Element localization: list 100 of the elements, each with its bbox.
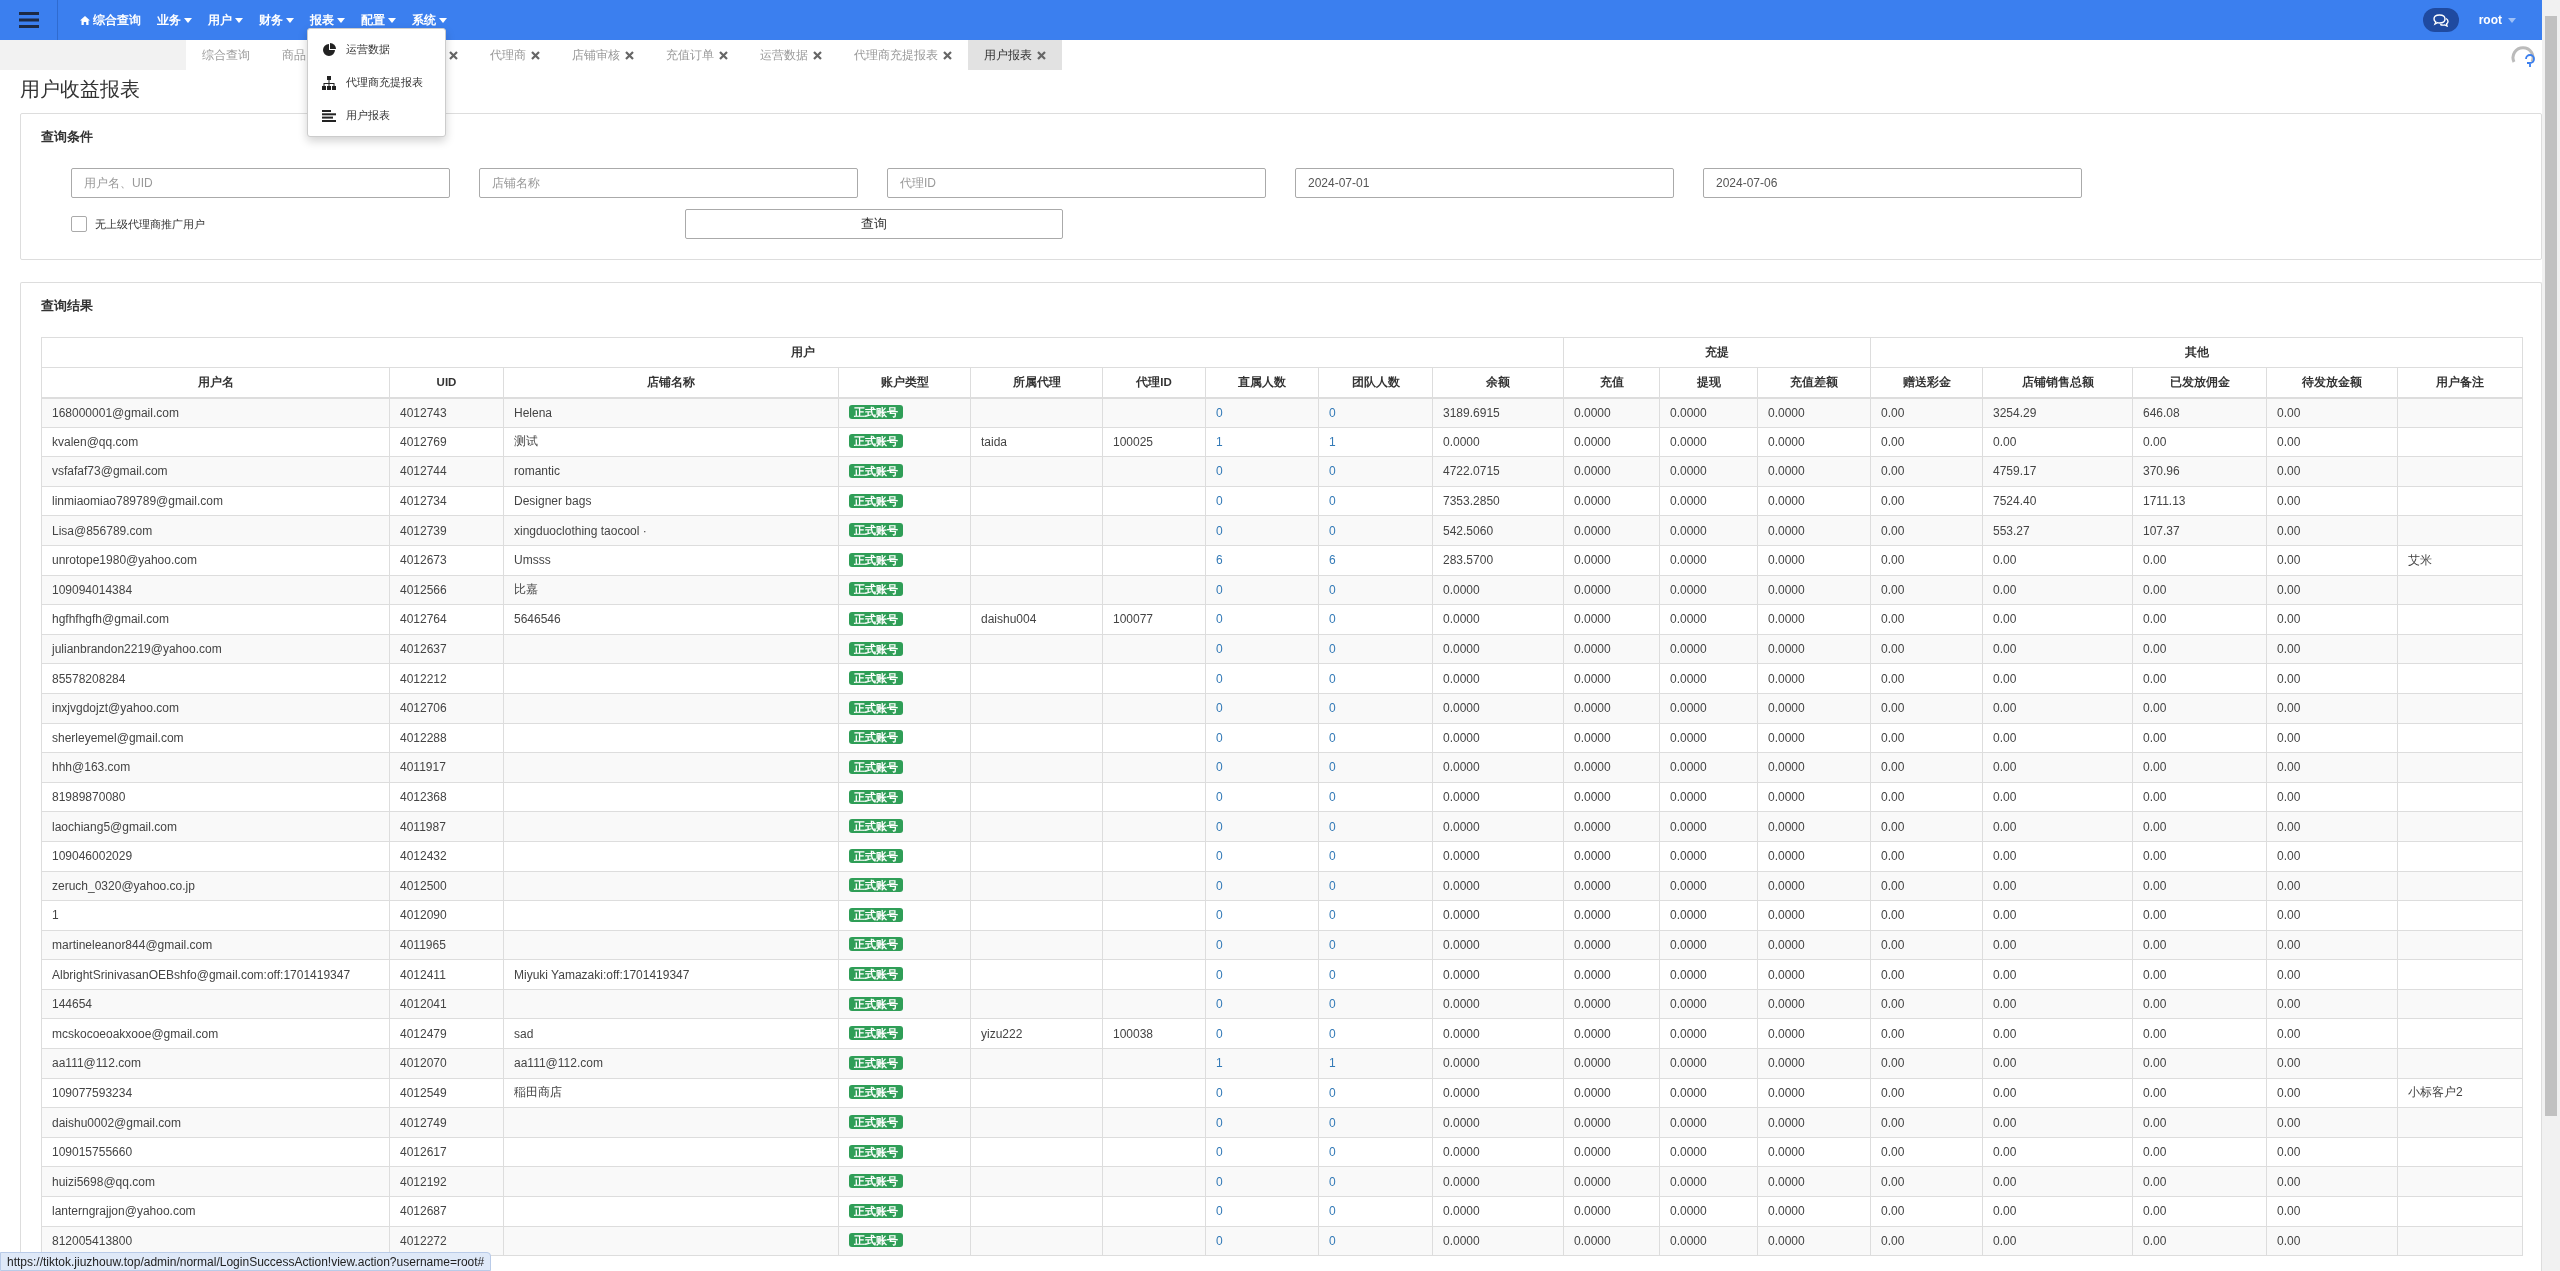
count-link[interactable]: 1 [1216,1056,1223,1071]
count-link[interactable]: 0 [1216,523,1223,538]
table-cell: 0.00 [2266,545,2398,576]
input-field[interactable]: 代理ID [887,168,1266,198]
scrollbar[interactable] [2542,0,2560,1271]
table-cell: 0.0000 [1659,663,1758,694]
count-link[interactable]: 0 [1329,1174,1336,1189]
count-link[interactable]: 0 [1329,701,1336,716]
count-link[interactable]: 0 [1216,997,1223,1012]
chat-button[interactable] [2422,8,2459,32]
nav-menu-item[interactable]: 财务 [251,0,302,40]
count-link[interactable]: 0 [1329,1026,1336,1041]
table-cell: 0.0000 [1757,1196,1871,1227]
close-icon[interactable] [1037,50,1046,60]
close-icon[interactable] [449,50,458,60]
page-tab[interactable]: 用户报表 [968,40,1062,70]
close-icon[interactable] [719,50,728,60]
count-link[interactable]: 0 [1216,1145,1223,1160]
count-link[interactable]: 0 [1329,494,1336,509]
count-link[interactable]: 6 [1216,553,1223,568]
count-link[interactable]: 0 [1329,671,1336,686]
count-link[interactable]: 0 [1216,1115,1223,1130]
count-link[interactable]: 0 [1216,494,1223,509]
count-link[interactable]: 0 [1329,1145,1336,1160]
nav-menu-item[interactable]: 用户 [200,0,251,40]
count-link[interactable]: 0 [1216,405,1223,420]
input-field[interactable]: 用户名、UID [71,168,450,198]
close-icon[interactable] [625,50,634,60]
account-type-badge: 正式账号 [849,582,903,597]
table-cell: Lisa@856789.com [41,515,390,546]
input-field[interactable]: 店铺名称 [479,168,858,198]
input-field[interactable]: 2024-07-01 [1295,168,1674,198]
count-link[interactable]: 0 [1329,582,1336,597]
column-group-header: 其他 [1870,337,2523,368]
checkbox[interactable] [71,216,87,232]
table-cell: taida [970,427,1103,457]
table-cell: 85578208284 [41,663,390,694]
count-link[interactable]: 0 [1216,790,1223,804]
user-menu[interactable]: root [2472,12,2522,28]
count-link[interactable]: 0 [1329,819,1336,834]
close-icon[interactable] [943,50,952,60]
count-link[interactable]: 0 [1216,878,1223,893]
refresh-icon[interactable] [2510,44,2536,70]
table-cell: 0.00 [1982,1166,2133,1197]
count-link[interactable]: 0 [1329,405,1336,420]
count-link[interactable]: 0 [1216,1233,1223,1248]
table-cell: 0.0000 [1659,930,1758,960]
count-link[interactable]: 0 [1329,464,1336,479]
input-field[interactable]: 2024-07-06 [1703,168,2082,198]
count-link[interactable]: 0 [1216,582,1223,597]
count-link[interactable]: 0 [1329,612,1336,627]
count-link[interactable]: 0 [1216,1174,1223,1189]
count-link[interactable]: 0 [1329,642,1336,657]
count-link[interactable]: 0 [1216,730,1223,745]
table-cell: 0.0000 [1757,871,1871,901]
table-cell: 0.0000 [1757,782,1871,812]
menu-item[interactable]: 运营数据 [308,33,445,66]
search-button[interactable]: 查询 [685,209,1063,239]
count-link[interactable]: 0 [1329,849,1336,864]
count-link[interactable]: 0 [1216,1204,1223,1219]
menu-item[interactable]: 用户报表 [308,99,445,132]
count-link[interactable]: 0 [1216,464,1223,479]
count-link[interactable]: 0 [1216,1085,1223,1100]
count-link[interactable]: 0 [1216,819,1223,834]
count-link[interactable]: 0 [1329,967,1336,982]
count-link[interactable]: 0 [1216,938,1223,952]
count-link[interactable]: 6 [1329,553,1336,568]
count-link[interactable]: 1 [1329,1056,1336,1071]
table-cell: 0.0000 [1757,693,1871,724]
count-link[interactable]: 0 [1329,938,1336,952]
count-link[interactable]: 0 [1329,523,1336,538]
count-link[interactable]: 0 [1329,730,1336,745]
count-link[interactable]: 0 [1329,1233,1336,1248]
count-link[interactable]: 0 [1216,671,1223,686]
column-header: 充值 [1563,367,1660,398]
menu-item[interactable]: 代理商充提报表 [308,66,445,99]
count-link[interactable]: 0 [1216,849,1223,864]
count-link[interactable]: 0 [1329,1085,1336,1100]
count-link[interactable]: 0 [1329,1204,1336,1219]
nav-menu-item[interactable]: 综合查询 [72,0,149,40]
count-link[interactable]: 0 [1216,701,1223,716]
count-link[interactable]: 1 [1329,434,1336,449]
table-cell: 4012192 [389,1166,504,1197]
count-link[interactable]: 0 [1329,878,1336,893]
count-link[interactable]: 0 [1329,1115,1336,1130]
count-link[interactable]: 0 [1216,612,1223,627]
table-cell: 比嘉 [503,575,839,605]
count-link[interactable]: 1 [1216,434,1223,449]
close-icon[interactable] [813,50,822,60]
count-link[interactable]: 0 [1216,1026,1223,1041]
count-link[interactable]: 0 [1329,997,1336,1012]
count-link[interactable]: 0 [1216,642,1223,657]
close-icon[interactable] [531,50,540,60]
count-link[interactable]: 0 [1216,967,1223,982]
count-link[interactable]: 0 [1216,760,1223,775]
count-link[interactable]: 0 [1329,908,1336,923]
count-link[interactable]: 0 [1329,760,1336,775]
count-link[interactable]: 0 [1216,908,1223,923]
nav-menu-item[interactable]: 业务 [149,0,200,40]
count-link[interactable]: 0 [1329,790,1336,804]
